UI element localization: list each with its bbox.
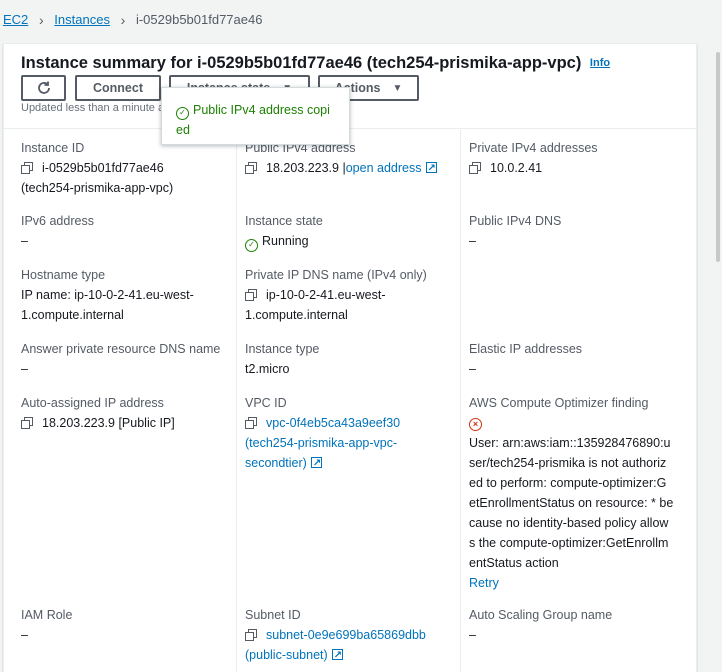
copy-icon[interactable] bbox=[21, 417, 33, 429]
field-public-dns: Public IPv4 DNS – bbox=[469, 211, 689, 251]
field-value: – bbox=[21, 628, 28, 642]
public-ip-value: 18.203.223.9 bbox=[266, 161, 339, 175]
page-title: Instance summary for i-0529b5b01fd77ae46… bbox=[21, 54, 610, 73]
field-label: IPv6 address bbox=[21, 214, 94, 228]
field-label: Answer private resource DNS name bbox=[21, 342, 221, 356]
instance-id-value: i-0529b5b01fd77ae46 bbox=[42, 161, 164, 175]
breadcrumb-ec2-link[interactable]: EC2 bbox=[3, 11, 28, 29]
info-link[interactable]: Info bbox=[590, 57, 610, 69]
instance-summary-panel: Instance summary for i-0529b5b01fd77ae46… bbox=[3, 43, 697, 672]
error-message: cause no identity-based policy allow bbox=[469, 516, 669, 530]
field-value: – bbox=[469, 628, 476, 642]
field-private-ipv4: Private IPv4 addresses 10.0.2.41 bbox=[469, 138, 689, 178]
details-grid: Instance ID i-0529b5b01fd77ae46 (tech254… bbox=[4, 130, 696, 672]
chevron-right-icon: › bbox=[120, 12, 126, 28]
error-message: etEnrollmentStatus on resource: * be bbox=[469, 496, 674, 510]
breadcrumb-instances-link[interactable]: Instances bbox=[54, 11, 110, 29]
vpc-name-link-cont[interactable]: secondtier) bbox=[245, 456, 307, 470]
copy-icon[interactable] bbox=[21, 162, 33, 174]
field-label: Elastic IP addresses bbox=[469, 342, 583, 356]
breadcrumb-current: i-0529b5b01fd77ae46 bbox=[135, 12, 263, 27]
field-label: AWS Compute Optimizer finding bbox=[469, 396, 649, 410]
field-label: IAM Role bbox=[21, 608, 73, 622]
field-instance-type: Instance type t2.micro bbox=[245, 339, 465, 379]
external-link-icon[interactable] bbox=[310, 454, 322, 474]
field-value: 1.compute.internal bbox=[21, 308, 124, 322]
field-instance-id: Instance ID i-0529b5b01fd77ae46 (tech254… bbox=[21, 138, 241, 198]
scrollbar[interactable] bbox=[714, 0, 722, 672]
instance-name-value: (tech254-prismika-app-vpc) bbox=[21, 181, 174, 195]
refresh-button[interactable] bbox=[21, 75, 66, 101]
field-value: 1.compute.internal bbox=[245, 308, 348, 322]
error-message: ed to perform: compute-optimizer:G bbox=[469, 476, 667, 490]
field-value: ip-10-0-2-41.eu-west- bbox=[266, 288, 386, 302]
field-elastic-ip: Elastic IP addresses – bbox=[469, 339, 689, 379]
status-badge: Running bbox=[262, 234, 309, 248]
field-value: – bbox=[21, 362, 28, 376]
field-asg-name: Auto Scaling Group name – bbox=[469, 605, 689, 645]
field-private-dns: Private IP DNS name (IPv4 only) ip-10-0-… bbox=[245, 265, 465, 325]
connect-button[interactable]: Connect bbox=[75, 75, 161, 101]
caret-down-icon: ▼ bbox=[392, 82, 403, 94]
retry-link[interactable]: Retry bbox=[469, 576, 499, 590]
subnet-id-link[interactable]: subnet-0e9e699ba65869dbb bbox=[266, 628, 426, 642]
check-circle-icon: ✓ bbox=[245, 239, 258, 252]
field-ipv6: IPv6 address – bbox=[21, 211, 241, 251]
check-circle-icon: ✓ bbox=[176, 107, 189, 120]
field-value: – bbox=[469, 234, 476, 248]
error-message: User: arn:aws:iam::135928476890:u bbox=[469, 436, 671, 450]
error-message: ser/tech254-prismika is not authoriz bbox=[469, 456, 667, 470]
field-compute-optimizer: AWS Compute Optimizer finding × User: ar… bbox=[469, 393, 694, 593]
field-instance-state: Instance state ✓ Running bbox=[245, 211, 465, 252]
field-label: Subnet ID bbox=[245, 608, 301, 622]
chevron-right-icon: › bbox=[38, 12, 44, 28]
copied-tooltip: ✓ Public IPv4 address copi ed bbox=[161, 87, 350, 145]
copy-icon[interactable] bbox=[245, 629, 257, 641]
field-label: Auto Scaling Group name bbox=[469, 608, 613, 622]
field-value: – bbox=[21, 234, 28, 248]
copy-icon[interactable] bbox=[469, 162, 481, 174]
error-message: entStatus action bbox=[469, 556, 559, 570]
field-value: t2.micro bbox=[245, 362, 290, 376]
field-vpc-id: VPC ID vpc-0f4eb5ca43a9eef30 (tech254-pr… bbox=[245, 393, 465, 474]
field-value: 18.203.223.9 [Public IP] bbox=[42, 416, 175, 430]
external-link-icon[interactable] bbox=[331, 646, 343, 666]
copy-icon[interactable] bbox=[245, 289, 257, 301]
breadcrumb: EC2 › Instances › i-0529b5b01fd77ae46 bbox=[3, 11, 262, 29]
copy-icon[interactable] bbox=[245, 417, 257, 429]
field-auto-ip: Auto-assigned IP address 18.203.223.9 [P… bbox=[21, 393, 241, 433]
field-answer-dns: Answer private resource DNS name – bbox=[21, 339, 241, 379]
refresh-icon bbox=[37, 81, 50, 94]
tooltip-text-cont: ed bbox=[176, 123, 190, 137]
field-subnet-id: Subnet ID subnet-0e9e699ba65869dbb (publ… bbox=[245, 605, 465, 666]
field-label: Public IPv4 DNS bbox=[469, 214, 562, 228]
field-hostname-type: Hostname type IP name: ip-10-0-2-41.eu-w… bbox=[21, 265, 241, 325]
updated-text: Updated less than a minute a bbox=[21, 102, 165, 114]
field-label: VPC ID bbox=[245, 396, 287, 410]
open-address-link[interactable]: open address bbox=[346, 161, 422, 175]
private-ip-value: 10.0.2.41 bbox=[490, 161, 543, 175]
field-iam-role: IAM Role – bbox=[21, 605, 241, 645]
field-label: Instance state bbox=[245, 214, 323, 228]
panel-header: Instance summary for i-0529b5b01fd77ae46… bbox=[4, 44, 696, 129]
field-label: Instance type bbox=[245, 342, 320, 356]
error-icon: × bbox=[469, 418, 482, 431]
vpc-id-link[interactable]: vpc-0f4eb5ca43a9eef30 bbox=[266, 416, 400, 430]
field-label: Hostname type bbox=[21, 268, 106, 282]
subnet-name-link[interactable]: (public-subnet) bbox=[245, 648, 328, 662]
field-label: Private IP DNS name (IPv4 only) bbox=[245, 268, 427, 282]
copy-icon[interactable] bbox=[245, 162, 257, 174]
external-link-icon[interactable] bbox=[425, 159, 437, 179]
error-message: s the compute-optimizer:GetEnrollm bbox=[469, 536, 669, 550]
field-value: IP name: ip-10-0-2-41.eu-west- bbox=[21, 288, 194, 302]
vpc-name-link[interactable]: (tech254-prismika-app-vpc- bbox=[245, 436, 397, 450]
scrollbar-thumb[interactable] bbox=[716, 52, 720, 262]
field-label: Auto-assigned IP address bbox=[21, 396, 164, 410]
tooltip-text: Public IPv4 address copi bbox=[193, 103, 330, 117]
page-title-text: Instance summary for i-0529b5b01fd77ae46… bbox=[21, 54, 582, 72]
field-value: – bbox=[469, 362, 476, 376]
field-label: Private IPv4 addresses bbox=[469, 141, 598, 155]
